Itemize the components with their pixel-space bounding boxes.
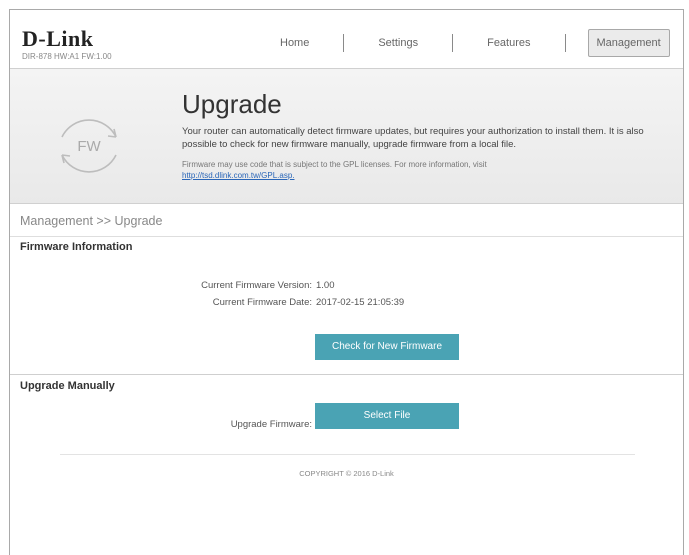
upgrade-firmware-label: Upgrade Firmware: (230, 419, 312, 430)
nav-home[interactable]: Home (268, 30, 321, 56)
firmware-info-title: Firmware Information (20, 241, 133, 253)
check-firmware-button[interactable]: Check for New Firmware (315, 334, 459, 360)
dlink-logo[interactable]: D-Link (22, 28, 112, 50)
nav-features[interactable]: Features (475, 30, 542, 56)
page-title: Upgrade (182, 89, 282, 119)
logo-text: D-Link (22, 26, 94, 51)
nav-divider (343, 34, 345, 52)
select-file-button[interactable]: Select File (315, 403, 459, 429)
top-bar: D-Link DIR-878 HW:A1 FW:1.00 Home Settin… (10, 10, 683, 68)
model-info: DIR-878 HW:A1 FW:1.00 (22, 52, 112, 61)
section-divider (10, 374, 683, 375)
firmware-date-value: 2017-02-15 21:05:39 (316, 297, 405, 308)
page-banner: FW Upgrade Your router can automatically… (10, 68, 683, 204)
nav-settings[interactable]: Settings (366, 30, 430, 56)
copyright: COPYRIGHT © 2016 D-Link (299, 469, 394, 478)
breadcrumb: Management >> Upgrade (20, 214, 163, 228)
gpl-note-text: Firmware may use code that is subject to… (182, 160, 487, 169)
fw-icon-label: FW (77, 138, 101, 155)
gpl-note: Firmware may use code that is subject to… (182, 159, 677, 181)
router-admin-frame: D-Link DIR-878 HW:A1 FW:1.00 Home Settin… (9, 9, 684, 555)
brand: D-Link DIR-878 HW:A1 FW:1.00 (22, 28, 112, 62)
firmware-version-value: 1.00 (316, 280, 335, 291)
page-description: Your router can automatically detect fir… (182, 126, 644, 150)
main-nav: Home Settings Features Management (268, 29, 670, 57)
firmware-version-label: Current Firmware Version: (201, 280, 312, 291)
gpl-link[interactable]: http://tsd.dlink.com.tw/GPL.asp. (182, 171, 295, 180)
footer-divider (60, 454, 635, 455)
nav-divider (452, 34, 454, 52)
firmware-date-label: Current Firmware Date: (212, 297, 312, 308)
nav-management[interactable]: Management (587, 29, 670, 57)
nav-divider (564, 34, 566, 52)
upgrade-manually-title: Upgrade Manually (20, 380, 115, 392)
breadcrumb-divider (10, 236, 683, 237)
firmware-refresh-icon: FW (61, 119, 117, 173)
